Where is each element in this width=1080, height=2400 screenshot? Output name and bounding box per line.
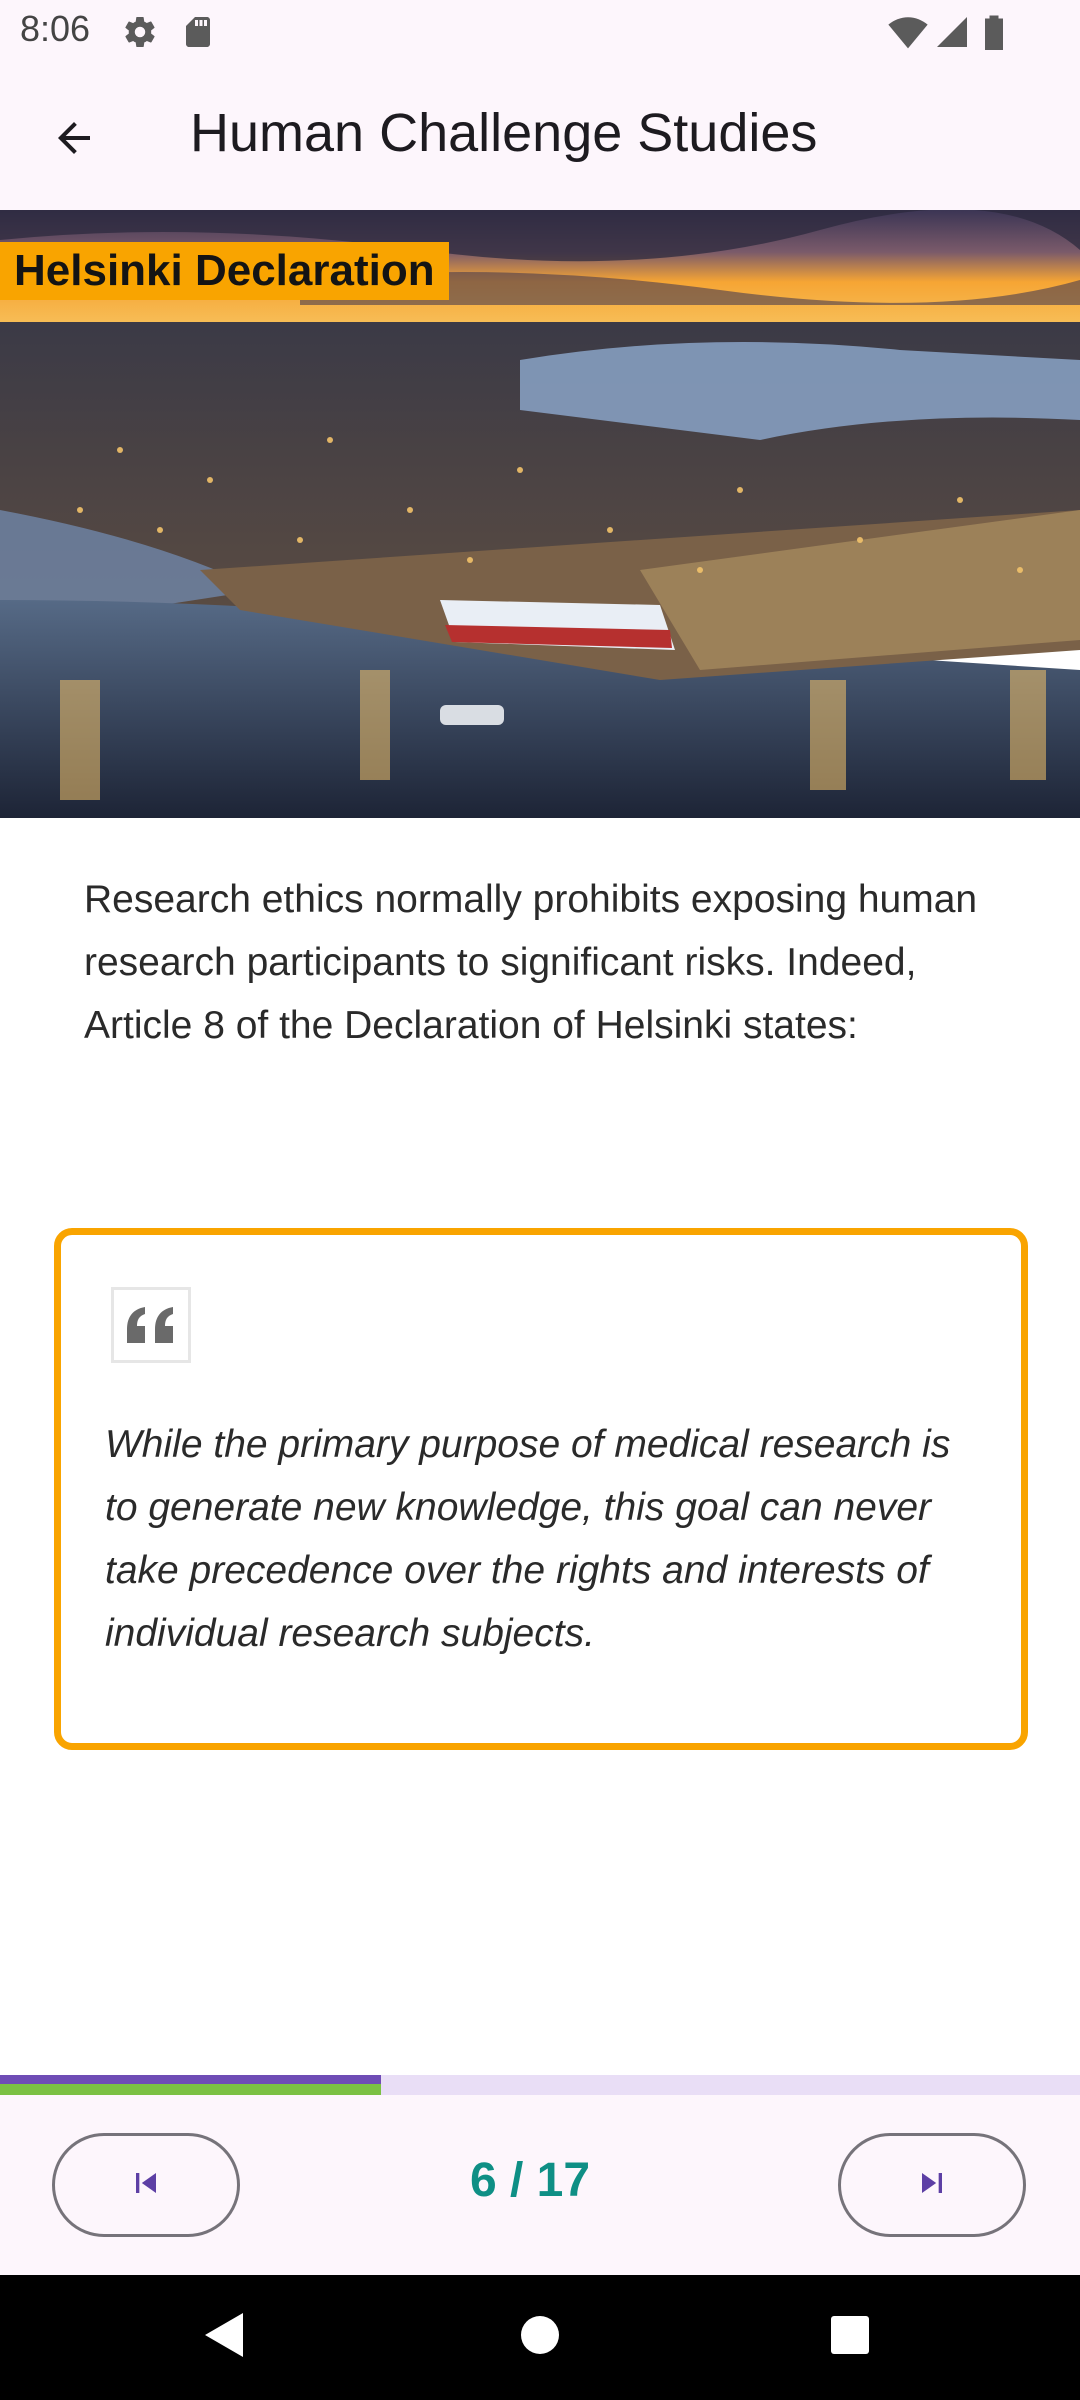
system-back-button[interactable] bbox=[155, 2275, 295, 2400]
hero-label: Helsinki Declaration bbox=[0, 242, 449, 300]
sd-card-icon bbox=[180, 14, 216, 55]
status-time: 8:06 bbox=[20, 8, 91, 49]
bottom-bar: 6 / 17 bbox=[0, 2095, 1080, 2275]
page-title: Human Challenge Studies bbox=[190, 103, 818, 163]
cell-signal-icon bbox=[934, 14, 970, 55]
progress-fill bbox=[0, 2075, 382, 2095]
system-recents-button[interactable] bbox=[780, 2275, 920, 2400]
page-indicator: 6 / 17 bbox=[469, 2154, 591, 2207]
screen: 8:06 Human Challenge Studies Helsinki De… bbox=[0, 0, 1080, 2400]
circle-home-icon bbox=[520, 2315, 560, 2360]
square-recents-icon bbox=[830, 2315, 870, 2360]
arrow-left-icon bbox=[50, 114, 98, 167]
app-bar: Human Challenge Studies bbox=[0, 64, 1080, 210]
status-bar: 8:06 bbox=[0, 0, 1080, 64]
quote-icon bbox=[111, 1287, 191, 1363]
back-button[interactable] bbox=[22, 100, 126, 180]
quote-card: While the primary purpose of medical res… bbox=[54, 1228, 1028, 1750]
system-home-button[interactable] bbox=[470, 2275, 610, 2400]
next-button[interactable] bbox=[838, 2133, 1026, 2237]
previous-button[interactable] bbox=[52, 2133, 240, 2237]
skip-next-icon bbox=[912, 2163, 952, 2208]
quote-text: While the primary purpose of medical res… bbox=[105, 1423, 951, 1655]
battery-icon bbox=[982, 14, 1006, 55]
triangle-back-icon bbox=[203, 2311, 247, 2364]
gear-icon bbox=[122, 14, 158, 55]
system-nav-bar bbox=[0, 2275, 1080, 2400]
intro-paragraph: Research ethics normally prohibits expos… bbox=[84, 878, 978, 1047]
skip-previous-icon bbox=[126, 2163, 166, 2208]
progress-track bbox=[0, 2075, 1080, 2095]
hero-image: Helsinki Declaration bbox=[0, 210, 1080, 818]
city-harbor-photo bbox=[0, 210, 1080, 818]
wifi-icon bbox=[888, 14, 928, 55]
